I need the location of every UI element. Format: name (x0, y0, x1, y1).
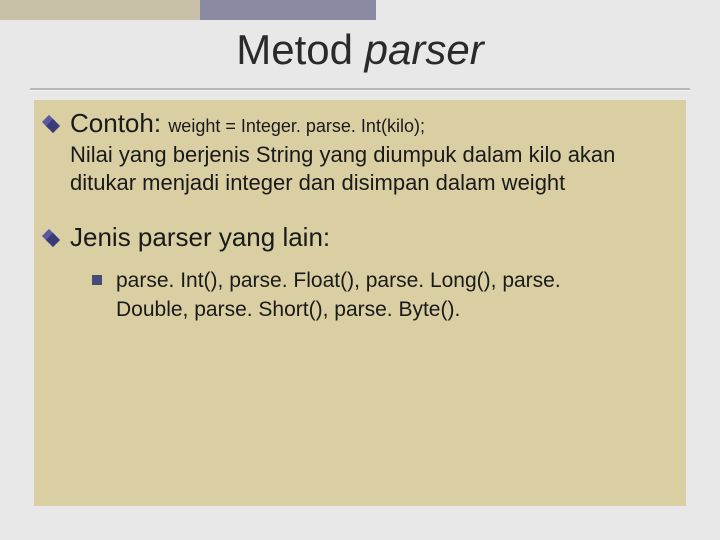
bullet-item-2: Jenis parser yang lain: (44, 222, 676, 253)
sub-bullet-item: parse. Int(), parse. Float(), parse. Lon… (92, 267, 676, 324)
accent-segment-purple (200, 0, 380, 20)
accent-segment-empty (380, 0, 720, 20)
item1-code: weight = Integer. parse. Int(kilo); (168, 116, 425, 136)
item2-heading: Jenis parser yang lain: (70, 222, 330, 253)
top-accent-bar (0, 0, 720, 20)
diamond-bullet-icon (44, 117, 60, 133)
item1-lead: Contoh: weight = Integer. parse. Int(kil… (70, 108, 425, 139)
item1-body-text: Nilai yang berjenis String yang diumpuk … (70, 141, 676, 196)
slide-title: Metod parser (0, 26, 720, 74)
sub-bullet-text: parse. Int(), parse. Float(), parse. Lon… (116, 267, 636, 324)
title-area: Metod parser (0, 26, 720, 74)
item1-label: Contoh: (70, 108, 161, 138)
content-panel: Contoh: weight = Integer. parse. Int(kil… (34, 100, 686, 506)
diamond-bullet-icon (44, 231, 60, 247)
bullet-item-1: Contoh: weight = Integer. parse. Int(kil… (44, 108, 676, 139)
slide: Metod parser Contoh: weight = Integer. p… (0, 0, 720, 540)
accent-segment-tan (0, 0, 200, 20)
title-word-2-italic: parser (365, 26, 484, 73)
title-word-1: Metod (236, 26, 364, 73)
title-divider (30, 88, 690, 90)
square-bullet-icon (92, 275, 102, 285)
